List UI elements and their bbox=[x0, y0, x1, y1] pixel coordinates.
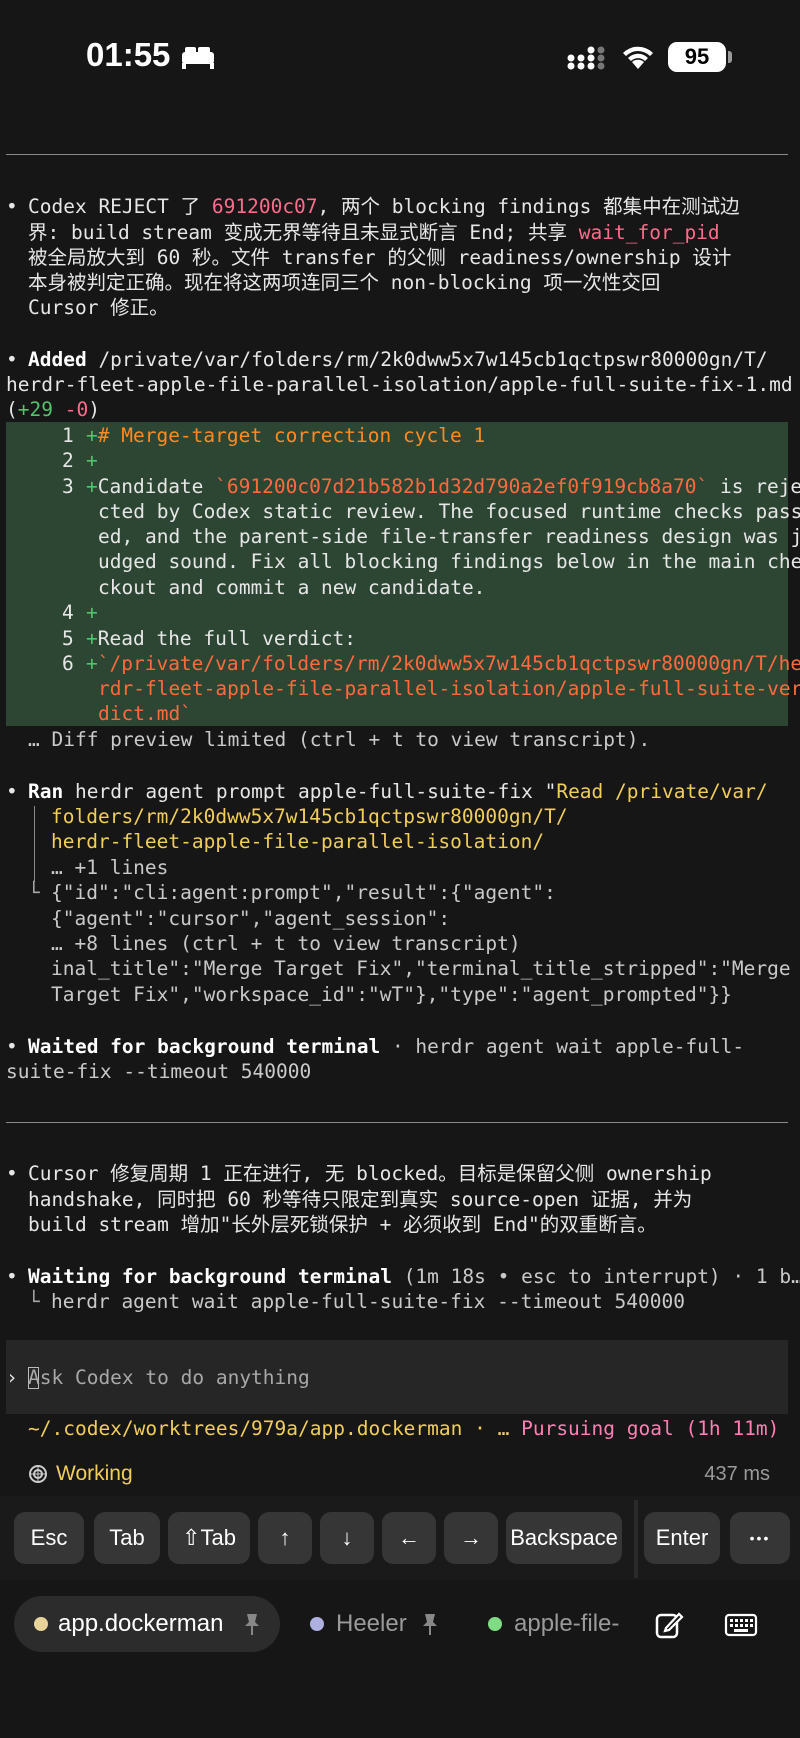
tab-label: app.dockerman bbox=[58, 1610, 224, 1637]
tab-status-dot bbox=[34, 1617, 48, 1631]
ran-more-lines: … +1 lines bbox=[51, 856, 169, 879]
tab-app-dockerman[interactable]: app.dockerman bbox=[14, 1596, 280, 1652]
section-divider bbox=[6, 154, 788, 155]
message-line: Cursor 修正。 bbox=[28, 296, 169, 319]
spinner-icon bbox=[29, 1465, 47, 1483]
shift-tab-key[interactable]: ⇧Tab bbox=[168, 1512, 250, 1564]
diff-line-number: 6 bbox=[62, 652, 74, 675]
diff-line-number: 3 bbox=[62, 475, 74, 498]
diff-line: +`/private/var/folders/rm/2k0dww5x7w145c… bbox=[86, 652, 800, 675]
message-line: Cursor 修复周期 1 正在进行, 无 blocked。目标是保留父侧 ow… bbox=[28, 1162, 712, 1185]
keyboard-icon[interactable] bbox=[724, 1612, 758, 1638]
tab-status-dot bbox=[310, 1617, 324, 1631]
tab-apple-file[interactable]: apple-file- bbox=[474, 1596, 626, 1652]
ran-arg-line: folders/rm/2k0dww5x7w145cb1qctpswr80000g… bbox=[51, 805, 568, 828]
more-key[interactable]: ••• bbox=[730, 1512, 790, 1564]
pin-icon bbox=[423, 1614, 437, 1635]
tab-key[interactable]: Tab bbox=[94, 1512, 160, 1564]
diff-line-number: 2 bbox=[62, 449, 74, 472]
ran-output-line: inal_title":"Merge Target Fix","terminal… bbox=[51, 957, 791, 980]
diff-line-number: 5 bbox=[62, 627, 74, 650]
added-path: herdr-fleet-apple-file-parallel-isolatio… bbox=[6, 373, 793, 396]
wifi-icon bbox=[623, 46, 653, 69]
message-line: handshake, 同时把 60 秒等待只限定到真实 source-open … bbox=[28, 1188, 693, 1211]
tree-elbow: └ bbox=[28, 1290, 40, 1313]
message-line: 界: build stream 变成无界等待且未显式断言 End; 共享 wai… bbox=[28, 221, 720, 244]
diff-line: dict.md` bbox=[98, 702, 192, 725]
diff-line: +# Merge-target correction cycle 1 bbox=[86, 424, 486, 447]
status-time: 01:55 bbox=[86, 36, 171, 73]
battery-level: 95 bbox=[668, 42, 726, 72]
compose-icon[interactable] bbox=[654, 1610, 684, 1640]
section-divider bbox=[6, 1122, 788, 1123]
elapsed-time: 437 ms bbox=[704, 1463, 770, 1485]
diff-line: cted by Codex static review. The focused… bbox=[98, 500, 800, 523]
ran-arg-line: herdr-fleet-apple-file-parallel-isolatio… bbox=[51, 830, 545, 853]
diff-line: ed, and the parent-side file-transfer re… bbox=[98, 525, 800, 548]
sleep-bed-icon bbox=[182, 47, 214, 69]
prompt-input[interactable]: Ask Codex to do anything bbox=[28, 1365, 310, 1391]
toolbar-divider bbox=[634, 1500, 638, 1578]
esc-key[interactable]: Esc bbox=[14, 1512, 84, 1564]
arrow-right-key[interactable]: → bbox=[444, 1512, 498, 1564]
waiting-command: herdr agent wait apple-full-suite-fix --… bbox=[51, 1290, 685, 1313]
waiting-line: Waiting for background terminal (1m 18s … bbox=[28, 1265, 800, 1288]
waited-line: Waited for background terminal · herdr a… bbox=[28, 1035, 745, 1058]
working-status: Working bbox=[56, 1462, 133, 1485]
diff-line: +Candidate `691200c07d21b582b1d32d790a2e… bbox=[86, 475, 800, 498]
bullet: • bbox=[6, 780, 18, 803]
diff-line: +Read the full verdict: bbox=[86, 627, 357, 650]
message-line: 被全局放大到 60 秒。文件 transfer 的父侧 readiness/ow… bbox=[28, 246, 732, 269]
bullet: • bbox=[6, 348, 18, 371]
arrow-up-key[interactable]: ↑ bbox=[258, 1512, 312, 1564]
tab-heeler[interactable]: Heeler bbox=[296, 1596, 446, 1652]
ran-command: Ran herdr agent prompt apple-full-suite-… bbox=[28, 780, 768, 803]
ran-output-line: {"agent":"cursor","agent_session": bbox=[51, 907, 451, 930]
waited-line: suite-fix --timeout 540000 bbox=[6, 1060, 312, 1083]
message-line: build stream 增加"长外层死锁保护 + 必须收到 End"的双重断言… bbox=[28, 1213, 657, 1236]
diff-line: + bbox=[86, 601, 98, 624]
diff-line: + bbox=[86, 449, 98, 472]
tab-status-dot bbox=[488, 1617, 502, 1631]
diff-line-number: 4 bbox=[62, 601, 74, 624]
arrow-left-key[interactable]: ← bbox=[382, 1512, 436, 1564]
prompt-chevron-icon: › bbox=[6, 1366, 18, 1389]
added-header: Added /private/var/folders/rm/2k0dww5x7w… bbox=[28, 348, 768, 371]
worktree-status: ~/.codex/worktrees/979a/app.dockerman · … bbox=[28, 1417, 780, 1440]
ran-output-line: {"id":"cli:agent:prompt","result":{"agen… bbox=[51, 881, 556, 904]
backspace-key[interactable]: Backspace bbox=[506, 1512, 622, 1564]
diff-line: rdr-fleet-apple-file-parallel-isolation/… bbox=[98, 677, 800, 700]
battery-nub bbox=[728, 51, 732, 63]
diff-line: udged sound. Fix all blocking findings b… bbox=[98, 550, 800, 573]
diff-preview-note: … Diff preview limited (ctrl + t to view… bbox=[28, 728, 651, 751]
added-stat: (+29 -0) bbox=[6, 398, 100, 421]
enter-key[interactable]: Enter bbox=[644, 1512, 720, 1564]
pin-icon bbox=[245, 1614, 259, 1635]
tab-label: Heeler bbox=[336, 1610, 407, 1637]
ran-output-line: Target Fix","workspace_id":"wT"},"type":… bbox=[51, 983, 732, 1006]
tree-line bbox=[34, 806, 35, 882]
bullet: • bbox=[6, 195, 18, 218]
tab-label: apple-file- bbox=[514, 1610, 620, 1637]
cellular-signal-icon bbox=[567, 46, 605, 70]
bullet: • bbox=[6, 1035, 18, 1058]
message-line: 本身被判定正确。现在将这两项连同三个 non-blocking 项一次性交回 bbox=[28, 271, 661, 294]
message-line: Codex REJECT 了 691200c07, 两个 blocking fi… bbox=[28, 195, 740, 218]
arrow-down-key[interactable]: ↓ bbox=[320, 1512, 374, 1564]
diff-line-number: 1 bbox=[62, 424, 74, 447]
ran-more-lines: … +8 lines (ctrl + t to view transcript) bbox=[51, 932, 521, 955]
bullet: • bbox=[6, 1265, 18, 1288]
tree-elbow: └ bbox=[28, 881, 40, 904]
bullet: • bbox=[6, 1162, 18, 1185]
diff-line: ckout and commit a new candidate. bbox=[98, 576, 486, 599]
